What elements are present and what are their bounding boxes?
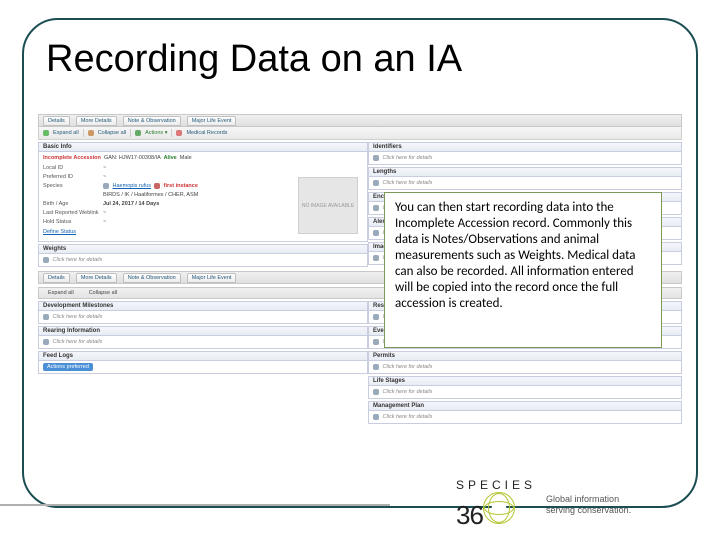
click-hint: Click here for details [383,180,433,186]
local-id-label: Local ID [43,164,103,172]
actions-icon [135,130,141,136]
first-instance-label: first instance [164,183,198,189]
panel-header: Life Stages [369,377,681,386]
panel-management-plan[interactable]: Management Plan Click here for details [368,401,682,424]
brand-number-36: 36 [456,500,483,530]
expand-icon [373,255,379,261]
panel-identifiers[interactable]: Identifiers Click here for details [368,142,682,165]
panel-header: Weights [39,245,367,254]
status-value: Alive [164,155,177,161]
click-hint: Click here for details [383,155,433,161]
species-icon [103,183,109,189]
tagline-2: serving conservation. [546,505,631,515]
globe-icon [483,492,515,524]
define-status-link[interactable]: Define Status [43,229,76,235]
no-image-placeholder: NO IMAGE AVAILABLE [298,177,358,234]
brand-logo: SPECIES 36 Global information serving co… [456,478,631,531]
expand-icon [373,414,379,420]
panel-header: Development Milestones [39,302,367,311]
expand-icon [43,314,49,320]
panel-header: Basic Info [39,143,367,152]
panel-header: Feed Logs [39,352,367,361]
panel-life-stages[interactable]: Life Stages Click here for details [368,376,682,399]
collapse-all-button[interactable]: Collapse all [98,130,126,136]
species-label: Species [43,182,103,190]
expand-icon [373,180,379,186]
brand-number: 36 [456,492,536,531]
panel-lengths[interactable]: Lengths Click here for details [368,167,682,190]
tab-details[interactable]: Details [43,116,70,126]
brand-tagline: Global information serving conservation. [546,494,631,516]
expand-icon [373,364,379,370]
tab-note-observation[interactable]: Note & Observation [123,116,181,126]
panel-rearing[interactable]: Rearing Information Click here for detai… [38,326,368,349]
callout-box: You can then start recording data into t… [384,192,662,348]
separator [130,129,131,137]
expand-icon [373,155,379,161]
collapse-all-button[interactable]: Collapse all [89,290,117,296]
expand-icon [373,389,379,395]
tab-more-details[interactable]: More Details [76,116,117,126]
panel-feed-logs[interactable]: Feed Logs Actions preferred [38,351,368,374]
click-hint: Click here for details [383,364,433,370]
panel-header: Permits [369,352,681,361]
expand-all-button[interactable]: Expand all [53,130,79,136]
tab-major-life-event[interactable]: Major Life Event [187,116,237,126]
click-hint: Click here for details [53,314,103,320]
preferred-id-label: Preferred ID [43,173,103,181]
panel-permits[interactable]: Permits Click here for details [368,351,682,374]
hold-label: Hold Status [43,218,103,226]
tab-more-details[interactable]: More Details [76,273,117,283]
panel-header: Management Plan [369,402,681,411]
species-link[interactable]: Haemopis rufus [113,183,152,189]
expand-icon [43,257,49,263]
collapse-icon [88,130,94,136]
click-hint: Click here for details [383,389,433,395]
panel-header: Lengths [369,168,681,177]
slide-title: Recording Data on an IA [46,38,462,81]
tagline-1: Global information [546,494,619,504]
medical-records-button[interactable]: Medical Records [186,130,227,136]
panel-weights[interactable]: Weights Click here for details [38,244,368,267]
update-label: Last Reported Weblink [43,209,103,217]
expand-all-button[interactable]: Expand all [48,290,74,296]
panel-header: Identifiers [369,143,681,152]
gan-value: GAN: HJW17-00308/IA [104,155,161,161]
actions-menu[interactable]: Actions ▾ [145,130,167,136]
tab-note-observation[interactable]: Note & Observation [123,273,181,283]
click-hint: Click here for details [383,414,433,420]
birth-label: Birth / Age [43,200,103,208]
flag-icon [154,183,160,189]
brand-name: SPECIES [456,478,536,492]
main-toolbar: Expand all Collapse all Actions ▾ Medica… [38,127,682,140]
main-tabs: Details More Details Note & Observation … [38,114,682,127]
expand-icon [43,130,49,136]
separator [83,129,84,137]
local-id-value: ~ [103,164,363,172]
click-hint: Click here for details [53,339,103,345]
expand-icon [373,205,379,211]
tab-details[interactable]: Details [43,273,70,283]
expand-icon [373,314,379,320]
panel-header: Rearing Information [39,327,367,336]
incomplete-label: Incomplete Accession [43,155,101,161]
separator [171,129,172,137]
medical-icon [176,130,182,136]
click-hint: Click here for details [53,257,103,263]
expand-icon [373,230,379,236]
feed-action-button[interactable]: Actions preferred [43,363,93,371]
expand-icon [43,339,49,345]
tab-major-life-event[interactable]: Major Life Event [187,273,237,283]
panel-development[interactable]: Development Milestones Click here for de… [38,301,368,324]
footer-divider [0,504,390,506]
sex-value: Male [180,155,192,161]
expand-icon [373,339,379,345]
